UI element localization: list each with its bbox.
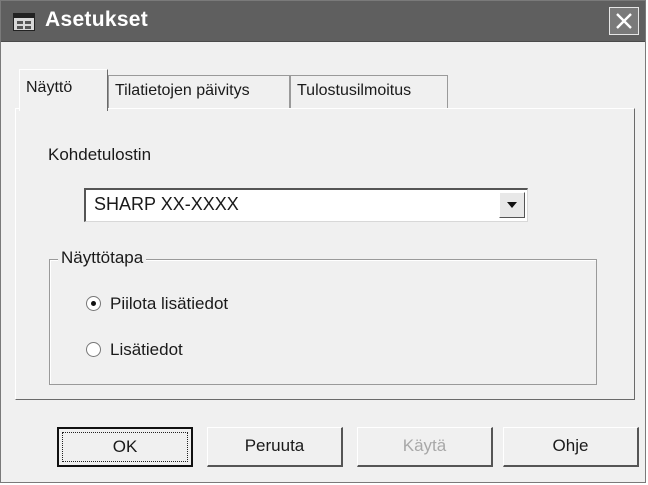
settings-dialog: Asetukset Näyttö Tilatietojen päivitys T… bbox=[0, 0, 646, 483]
apply-button-label: Käytä bbox=[402, 436, 447, 455]
title-bar[interactable]: Asetukset bbox=[1, 1, 645, 42]
tab-status-update-label: Tilatietojen päivitys bbox=[115, 82, 250, 99]
printer-label: Kohdetulostin bbox=[48, 145, 152, 164]
close-button[interactable] bbox=[609, 7, 639, 35]
display-mode-group: Näyttötapa Piilota lisätiedot Lisätiedot bbox=[49, 248, 597, 385]
cancel-button-label: Peruuta bbox=[244, 436, 305, 455]
help-button-label: Ohje bbox=[552, 436, 589, 455]
display-mode-title: Näyttötapa bbox=[58, 248, 147, 268]
radio-button-selected[interactable] bbox=[86, 296, 101, 311]
tab-display-label: Näyttö bbox=[26, 79, 73, 96]
help-button[interactable]: Ohje bbox=[503, 427, 639, 467]
tab-print-notification-label: Tulostusilmoitus bbox=[297, 82, 412, 99]
cancel-button[interactable]: Peruuta bbox=[207, 427, 343, 467]
ok-button[interactable]: OK bbox=[57, 427, 193, 467]
radio-hide-details-label: Piilota lisätiedot bbox=[110, 294, 229, 313]
window-title: Asetukset bbox=[45, 8, 149, 31]
close-icon bbox=[616, 13, 632, 29]
chevron-down-icon bbox=[507, 202, 517, 208]
settings-window-icon bbox=[13, 13, 35, 31]
dropdown-button[interactable] bbox=[499, 192, 525, 218]
tab-print-notification[interactable]: Tulostusilmoitus bbox=[290, 75, 448, 109]
apply-button: Käytä bbox=[357, 427, 493, 467]
printer-select[interactable]: SHARP XX-XXXX bbox=[84, 188, 528, 222]
radio-button[interactable] bbox=[86, 342, 101, 357]
focus-ring bbox=[62, 432, 188, 462]
printer-select-value: SHARP XX-XXXX bbox=[94, 194, 239, 214]
tab-display[interactable]: Näyttö bbox=[19, 69, 108, 111]
tab-status-update[interactable]: Tilatietojen päivitys bbox=[108, 75, 290, 109]
tab-panel: Kohdetulostin SHARP XX-XXXX Näyttötapa P… bbox=[15, 108, 635, 400]
radio-details-label: Lisätiedot bbox=[110, 340, 183, 359]
